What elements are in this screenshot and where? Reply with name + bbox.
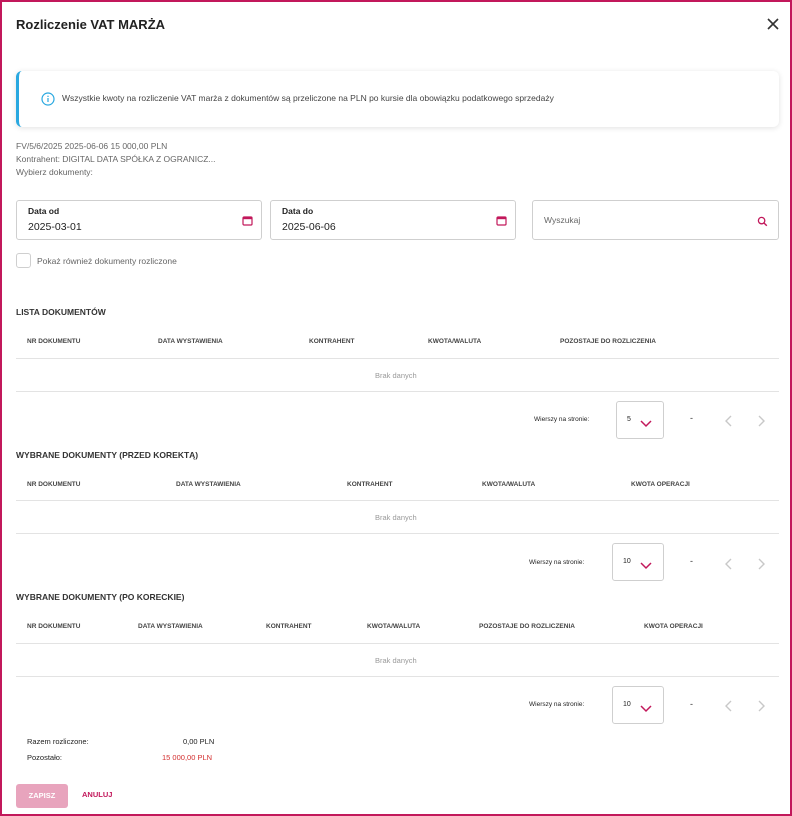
divider [16, 500, 779, 501]
contractor-line: Kontrahent: DIGITAL DATA SPÓŁKA Z OGRANI… [16, 154, 216, 164]
rows-per-page-label: Wierszy na stronie: [529, 701, 585, 708]
column-header[interactable]: KWOTA/WALUTA [428, 338, 481, 345]
chevron-right-icon[interactable] [756, 557, 766, 570]
remaining-label: Pozostało: [27, 753, 63, 762]
column-header[interactable]: KONTRAHENT [309, 338, 355, 345]
date-from-label: Data od [28, 206, 60, 216]
rows-per-page-select[interactable]: 5 [616, 401, 664, 439]
column-header[interactable]: NR DOKUMENTU [27, 623, 80, 630]
divider [16, 358, 779, 359]
divider [16, 643, 779, 644]
document-line: FV/5/6/2025 2025-06-06 15 000,00 PLN [16, 141, 168, 151]
date-from-field[interactable]: Data od 2025-03-01 [16, 200, 262, 240]
list-documents-title: LISTA DOKUMENTÓW [16, 307, 106, 317]
chevron-right-icon[interactable] [756, 414, 766, 427]
info-text: Wszystkie kwoty na rozliczenie VAT marża… [62, 93, 554, 103]
show-settled-checkbox[interactable] [16, 253, 31, 268]
chevron-down-icon [639, 416, 653, 428]
empty-state: Brak danych [375, 656, 417, 665]
settled-total-label: Razem rozliczone: [27, 737, 89, 746]
column-header[interactable]: DATA WYSTAWIENIA [176, 481, 241, 488]
column-header[interactable]: KWOTA/WALUTA [482, 481, 535, 488]
chevron-down-icon [639, 701, 653, 713]
choose-documents-label: Wybierz dokumenty: [16, 167, 93, 177]
page-range: - [690, 556, 693, 566]
remaining-value: 15 000,00 PLN [162, 753, 213, 762]
divider [16, 676, 779, 677]
page-range: - [690, 699, 693, 709]
calendar-icon[interactable] [496, 213, 507, 226]
close-icon[interactable] [764, 15, 782, 33]
column-header[interactable]: KWOTA OPERACJI [644, 623, 703, 630]
rows-per-page-select[interactable]: 10 [612, 686, 664, 724]
info-icon [41, 92, 55, 106]
search-icon[interactable] [757, 214, 768, 227]
chevron-left-icon[interactable] [724, 414, 734, 427]
selected-before-title: WYBRANE DOKUMENTY (PRZED KOREKTĄ) [16, 450, 199, 460]
save-button-label: ZAPISZ [28, 791, 56, 800]
settled-total-value: 0,00 PLN [183, 737, 215, 746]
selected-after-title: WYBRANE DOKUMENTY (PO KORECKIE) [16, 592, 185, 602]
divider [16, 391, 779, 392]
column-header[interactable]: KONTRAHENT [266, 623, 312, 630]
show-settled-label: Pokaż również dokumenty rozliczone [37, 256, 177, 266]
rows-per-page-value: 5 [627, 416, 631, 423]
rows-per-page-label: Wierszy na stronie: [534, 416, 590, 423]
chevron-right-icon[interactable] [756, 699, 766, 712]
column-header[interactable]: NR DOKUMENTU [27, 481, 80, 488]
divider [16, 533, 779, 534]
column-header[interactable]: KWOTA OPERACJI [631, 481, 690, 488]
column-header[interactable]: DATA WYSTAWIENIA [138, 623, 203, 630]
rows-per-page-value: 10 [623, 701, 631, 708]
chevron-down-icon [639, 558, 653, 570]
chevron-left-icon[interactable] [724, 699, 734, 712]
save-button[interactable]: ZAPISZ [16, 784, 68, 808]
chevron-left-icon[interactable] [724, 557, 734, 570]
rows-per-page-value: 10 [623, 558, 631, 565]
dialog-title: Rozliczenie VAT MARŻA [16, 17, 166, 32]
page-range: - [690, 413, 693, 423]
column-header[interactable]: KONTRAHENT [347, 481, 393, 488]
rows-per-page-label: Wierszy na stronie: [529, 559, 585, 566]
cancel-button[interactable]: ANULUJ [82, 790, 112, 799]
date-to-value[interactable]: 2025-06-06 [282, 221, 336, 233]
date-to-field[interactable]: Data do 2025-06-06 [270, 200, 516, 240]
search-field[interactable]: Wyszukaj [532, 200, 779, 240]
column-header[interactable]: KWOTA/WALUTA [367, 623, 420, 630]
search-placeholder[interactable]: Wyszukaj [544, 215, 580, 225]
info-banner: Wszystkie kwoty na rozliczenie VAT marża… [16, 71, 779, 127]
column-header[interactable]: POZOSTAJE DO ROZLICZENIA [479, 623, 575, 630]
column-header[interactable]: NR DOKUMENTU [27, 338, 80, 345]
rows-per-page-select[interactable]: 10 [612, 543, 664, 581]
dialog: Rozliczenie VAT MARŻA Wszystkie kwoty na… [0, 0, 792, 816]
empty-state: Brak danych [375, 513, 417, 522]
column-header[interactable]: DATA WYSTAWIENIA [158, 338, 223, 345]
date-from-value[interactable]: 2025-03-01 [28, 221, 82, 233]
date-to-label: Data do [282, 206, 314, 216]
empty-state: Brak danych [375, 371, 417, 380]
calendar-icon[interactable] [242, 213, 253, 226]
column-header[interactable]: POZOSTAJE DO ROZLICZENIA [560, 338, 656, 345]
